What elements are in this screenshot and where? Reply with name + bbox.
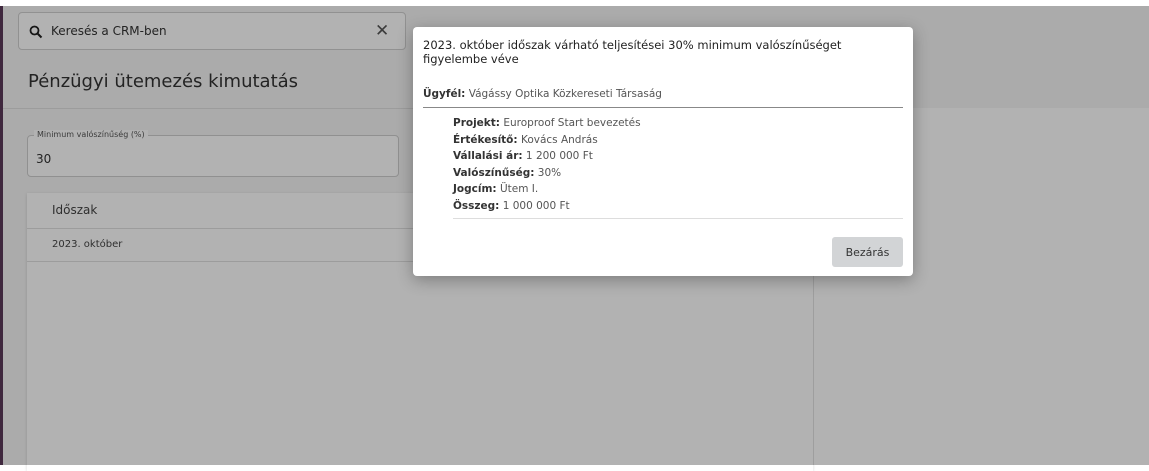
detail-value: Kovács András: [520, 133, 598, 146]
client-line: Ügyfél: Vágássy Optika Közkereseti Társa…: [423, 88, 662, 100]
details-dialog: 2023. október időszak várható teljesítés…: [413, 27, 913, 276]
detail-value: 1 000 000 Ft: [502, 199, 570, 212]
detail-value: Europroof Start bevezetés: [503, 117, 641, 129]
detail-label: Projekt:: [453, 117, 501, 129]
detail-label: Értékesítő:: [453, 133, 518, 146]
detail-project: Projekt: Europroof Start bevezetés: [453, 115, 641, 132]
detail-label: Összeg:: [453, 199, 500, 212]
detail-value: 1 200 000 Ft: [525, 150, 593, 163]
detail-label: Vállalási ár:: [453, 150, 523, 163]
detail-title: Jogcím: Ütem I.: [453, 181, 641, 198]
client-value: Vágássy Optika Közkereseti Társaság: [468, 88, 662, 100]
details-list: Projekt: Europroof Start bevezetés Érték…: [453, 115, 641, 215]
dialog-title: 2023. október időszak várható teljesítés…: [423, 38, 842, 66]
detail-value: Ütem I.: [499, 183, 539, 196]
detail-label: Valószínűség:: [453, 166, 535, 179]
detail-label: Jogcím:: [453, 183, 497, 196]
detail-value: 30%: [537, 166, 562, 179]
divider: [453, 218, 903, 219]
client-label: Ügyfél:: [423, 88, 466, 100]
divider: [423, 107, 903, 108]
detail-price: Vállalási ár: 1 200 000 Ft: [453, 148, 641, 165]
detail-amount: Összeg: 1 000 000 Ft: [453, 198, 641, 215]
detail-probability: Valószínűség: 30%: [453, 165, 641, 182]
detail-salesperson: Értékesítő: Kovács András: [453, 132, 641, 149]
close-button[interactable]: Bezárás: [832, 237, 903, 267]
